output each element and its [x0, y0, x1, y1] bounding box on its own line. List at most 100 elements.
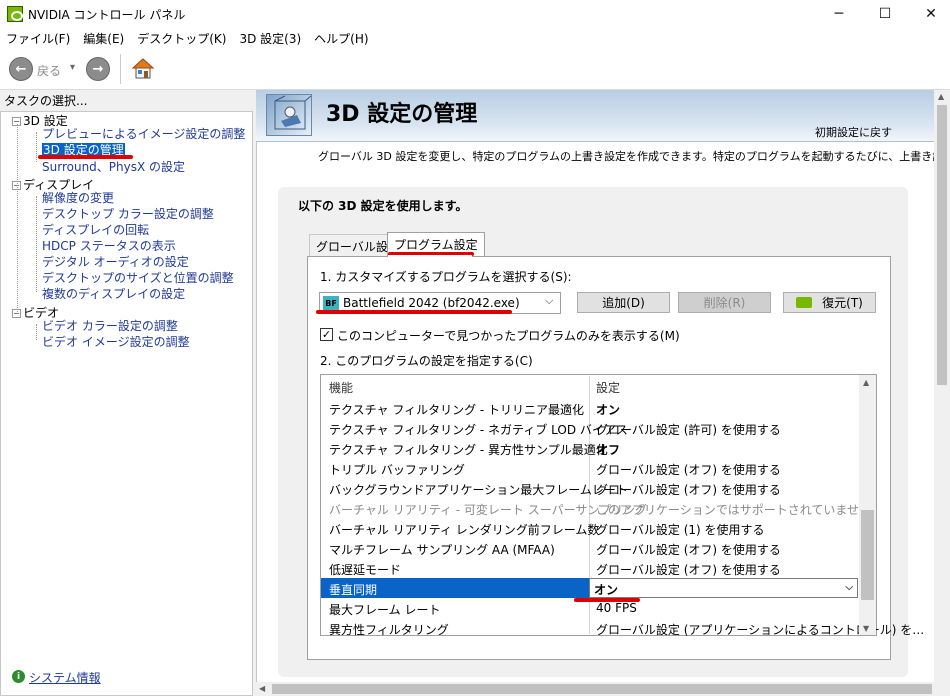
restore-button[interactable]: 復元(T)	[783, 292, 876, 313]
horizontal-scroll-thumb[interactable]	[272, 684, 932, 694]
minimize-button[interactable]: ─	[816, 0, 862, 28]
setting-value: オン	[596, 403, 621, 417]
show-found-programs-checkbox[interactable]: ✓	[320, 328, 333, 341]
history-dropdown-icon[interactable]: ▾	[70, 62, 75, 73]
step1-label: 1. カスタマイズするプログラムを選択する(S):	[320, 270, 572, 284]
chevron-down-icon[interactable]: ⌵	[845, 582, 853, 593]
setting-row[interactable]: バックグラウンドアプリケーション最大フレームレート グローバル設定 (オフ) を…	[321, 478, 858, 498]
tree-item-video-color[interactable]: ビデオ カラー設定の調整	[42, 318, 178, 334]
setting-feature: 垂直同期	[321, 578, 589, 598]
tree-item-digital-audio[interactable]: デジタル オーディオの設定	[42, 254, 189, 270]
forward-button[interactable]: →	[86, 57, 110, 81]
setting-row[interactable]: バーチャル リアリティ - 可変レート スーパーサンプリング このアプリケーショ…	[321, 498, 871, 518]
column-header-feature[interactable]: 機能	[329, 379, 353, 396]
close-button[interactable]: ✕	[908, 0, 950, 28]
list-header: 機能 設定	[321, 376, 858, 396]
setting-row-selected[interactable]: 垂直同期 オン ⌵	[321, 578, 858, 598]
home-icon[interactable]	[131, 57, 155, 81]
setting-feature: バーチャル リアリティ レンダリング前フレーム数	[329, 523, 600, 537]
setting-row[interactable]: テクスチャ フィルタリング - ネガティブ LOD バイアス グローバル設定 (…	[321, 418, 858, 438]
scroll-left-icon[interactable]: ◀	[259, 684, 265, 693]
setting-value: グローバル設定 (オフ) を使用する	[596, 543, 781, 557]
tree-item-desktop-size[interactable]: デスクトップのサイズと位置の調整	[42, 270, 234, 286]
setting-feature: 低遅延モード	[329, 563, 402, 577]
setting-value: グローバル設定 (許可) を使用する	[596, 423, 781, 437]
show-found-programs-label: このコンピューターで見つかったプログラムのみを表示する(M)	[337, 329, 680, 343]
setting-feature: 最大フレーム レート	[329, 603, 441, 617]
tree-connector	[36, 324, 37, 340]
tree-item-rotate-display[interactable]: ディスプレイの回転	[42, 222, 149, 238]
setting-feature: トリプル バッファリング	[329, 463, 465, 477]
list-scroll-up-icon[interactable]: ▲	[863, 378, 869, 387]
setting-feature: テクスチャ フィルタリング - ネガティブ LOD バイアス	[329, 423, 628, 437]
menu-help[interactable]: ヘルプ(H)	[308, 28, 375, 48]
list-scroll-down-icon[interactable]: ▼	[863, 624, 869, 633]
setting-row[interactable]: バーチャル リアリティ レンダリング前フレーム数 グローバル設定 (1) を使用…	[321, 518, 858, 538]
menu-file[interactable]: ファイル(F)	[0, 28, 77, 48]
tree-connector	[36, 132, 37, 162]
setting-row[interactable]: トリプル バッファリング グローバル設定 (オフ) を使用する	[321, 458, 858, 478]
scroll-up-icon[interactable]: ▲	[938, 92, 944, 101]
setting-feature: テクスチャ フィルタリング - トリリニア最適化	[329, 403, 585, 417]
restore-button-label: 復元(T)	[822, 296, 863, 310]
setting-value: グローバル設定 (オフ) を使用する	[596, 563, 781, 577]
list-scroll-thumb[interactable]	[861, 510, 874, 600]
annotation-underline-vsync	[574, 598, 640, 602]
toolbar-divider	[120, 54, 121, 84]
tree-connector	[36, 196, 37, 292]
tree-item-hdcp-status[interactable]: HDCP ステータスの表示	[42, 238, 176, 254]
task-select-label: タスクの選択...	[4, 94, 88, 108]
setting-feature: テクスチャ フィルタリング - 異方性サンプル最適化	[329, 443, 608, 457]
tab-joint	[388, 255, 472, 258]
menu-3d-settings[interactable]: 3D 設定(3)	[233, 28, 308, 48]
nvidia-logo-icon	[796, 297, 813, 308]
menu-edit[interactable]: 編集(E)	[77, 28, 131, 48]
annotation-underline-program	[316, 310, 512, 314]
add-program-button[interactable]: 追加(D)	[577, 292, 670, 313]
page-title: 3D 設定の管理	[326, 102, 478, 127]
tree-item-surround-physx[interactable]: Surround、PhysX の設定	[42, 159, 185, 175]
vertical-scroll-thumb[interactable]	[937, 105, 947, 385]
column-header-setting[interactable]: 設定	[596, 379, 620, 396]
nvidia-app-icon	[7, 6, 23, 22]
menu-desktop[interactable]: デスクトップ(K)	[131, 28, 233, 48]
tree-item-desktop-color[interactable]: デスクトップ カラー設定の調整	[42, 206, 214, 222]
annotation-underline-tree	[38, 155, 133, 159]
setting-feature: バックグラウンドアプリケーション最大フレームレート	[329, 483, 628, 497]
system-info-link[interactable]: システム情報	[29, 669, 101, 686]
3d-settings-header-icon	[266, 94, 312, 136]
setting-value: グローバル設定 (1) を使用する	[596, 523, 765, 537]
back-button[interactable]: ←	[9, 57, 33, 81]
system-info-icon[interactable]: i	[12, 670, 25, 683]
setting-value: グローバル設定 (オフ) を使用する	[596, 483, 781, 497]
battlefield-icon: BF	[323, 296, 339, 310]
setting-value: オン	[594, 583, 619, 597]
setting-row[interactable]: 異方性フィルタリング グローバル設定 (アプリケーションによるコントロール) を…	[321, 618, 924, 638]
chevron-down-icon[interactable]: ⌵	[545, 294, 553, 308]
setting-feature: 異方性フィルタリング	[329, 623, 449, 637]
setting-value: このアプリケーションではサポートされていません	[596, 503, 872, 517]
vsync-select[interactable]: オン ⌵	[589, 578, 858, 598]
setting-value: オフ	[596, 443, 621, 457]
setting-row[interactable]: テクスチャ フィルタリング - 異方性サンプル最適化 オフ	[321, 438, 858, 458]
setting-value: 40 FPS	[596, 601, 637, 615]
setting-value: グローバル設定 (オフ) を使用する	[596, 463, 781, 477]
page-description: グローバル 3D 設定を変更し、特定のプログラムの上書き設定を作成できます。特定…	[318, 150, 934, 163]
setting-row[interactable]: テクスチャ フィルタリング - トリリニア最適化 オン	[321, 398, 858, 418]
window-title: NVIDIA コントロール パネル	[28, 8, 186, 22]
tree-item-multiple-displays[interactable]: 複数のディスプレイの設定	[42, 286, 185, 302]
task-tree-panel	[0, 111, 253, 696]
settings-heading: 以下の 3D 設定を使用します。	[298, 199, 468, 213]
tree-item-resolution[interactable]: 解像度の変更	[42, 190, 114, 206]
tree-connector	[17, 124, 18, 314]
setting-row[interactable]: マルチフレーム サンプリング AA (MFAA) グローバル設定 (オフ) を使…	[321, 538, 858, 558]
tree-item-video-image[interactable]: ビデオ イメージ設定の調整	[42, 334, 190, 350]
tree-item-preview-image[interactable]: プレビューによるイメージ設定の調整	[42, 126, 245, 142]
restore-defaults-link[interactable]: 初期設定に戻す	[815, 124, 892, 140]
maximize-button[interactable]: ☐	[862, 0, 908, 28]
setting-row[interactable]: 低遅延モード グローバル設定 (オフ) を使用する	[321, 558, 858, 578]
back-label: 戻る	[37, 64, 62, 78]
step2-label: 2. このプログラムの設定を指定する(C)	[320, 354, 533, 368]
delete-program-button[interactable]: 削除(R)	[678, 292, 771, 313]
menu-bar: ファイル(F) 編集(E) デスクトップ(K) 3D 設定(3) ヘルプ(H)	[0, 28, 950, 48]
